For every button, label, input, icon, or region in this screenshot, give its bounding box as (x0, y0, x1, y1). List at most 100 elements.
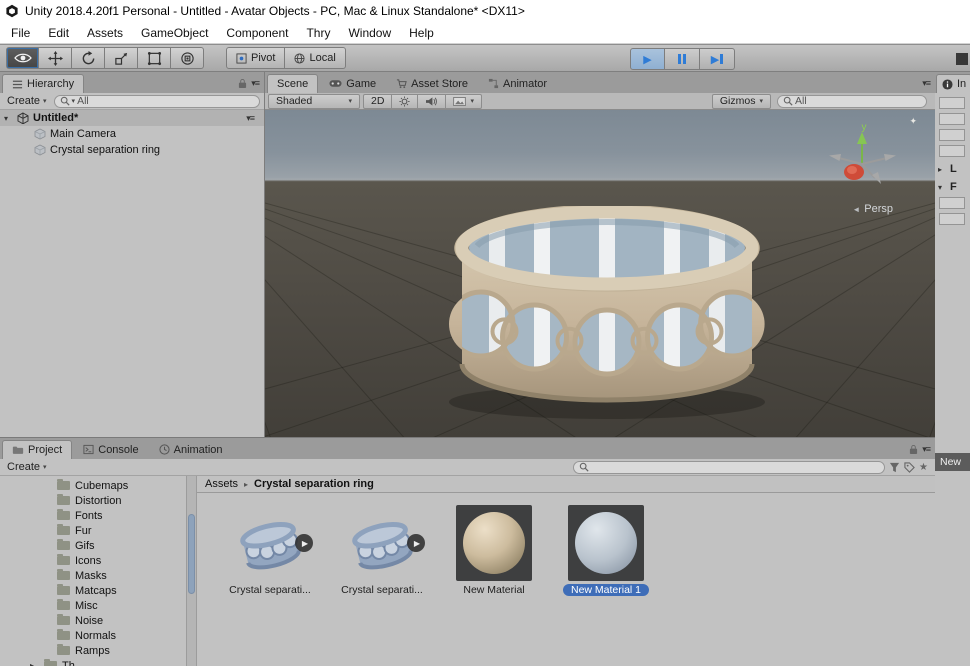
folder-item[interactable]: Cubemaps (0, 478, 186, 493)
scrollbar-thumb[interactable] (188, 514, 195, 594)
hierarchy-item-crystal-ring[interactable]: Crystal separation ring (0, 142, 264, 158)
prefab-expand-badge[interactable]: ▶ (407, 534, 425, 552)
local-toggle-button[interactable]: Local (285, 47, 345, 69)
tab-asset-store[interactable]: Asset Store (387, 74, 477, 93)
breadcrumb-current[interactable]: Crystal separation ring (254, 478, 374, 490)
pause-button[interactable] (665, 48, 700, 70)
scale-tool-button[interactable] (105, 47, 138, 69)
prefab-ring-thumbnail[interactable]: ▶ (344, 505, 420, 581)
search-by-label-icon[interactable] (904, 462, 915, 473)
tab-scene[interactable]: Scene (267, 74, 318, 93)
scene-search-input[interactable] (795, 95, 921, 107)
scene-viewport[interactable]: y ✦ (265, 110, 935, 437)
inspector-foldout[interactable]: ▸ L (935, 157, 970, 175)
lighting-toggle-button[interactable] (392, 94, 418, 109)
transform-tool-button[interactable] (171, 47, 204, 69)
folder-item[interactable]: Icons (0, 553, 186, 568)
scene-root-row[interactable]: ▾ Untitled* ▾≡ (0, 110, 264, 126)
pane-menu-icon[interactable]: ▾≡ (922, 444, 930, 455)
search-filter-arrow-icon[interactable]: ▾ (72, 97, 76, 105)
inspector-field-fragment[interactable] (939, 97, 965, 109)
gizmos-dropdown[interactable]: Gizmos ▾ (712, 94, 771, 109)
inspector-field-fragment[interactable] (939, 213, 965, 225)
play-icon: ▶ (302, 539, 308, 548)
inspector-field-fragment[interactable] (939, 129, 965, 141)
scene-search-field[interactable] (777, 95, 927, 108)
asset-item-prefab-2[interactable]: ▶ Crystal separati... (335, 505, 429, 596)
folder-item[interactable]: Noise (0, 613, 186, 628)
asset-item-material[interactable]: New Material (447, 505, 541, 596)
inspector-field-fragment[interactable] (939, 145, 965, 157)
perspective-indicator[interactable]: ◄ Persp (852, 203, 893, 215)
project-search-field[interactable] (573, 461, 885, 474)
scene-orientation-gizmo[interactable]: y (817, 120, 907, 196)
tab-game[interactable]: Game (320, 74, 385, 93)
tab-project[interactable]: Project (2, 440, 72, 459)
material-thumbnail[interactable] (568, 505, 644, 581)
foldout-closed-icon[interactable]: ▸ (30, 661, 39, 666)
folder-item-partial[interactable]: ▸Th (0, 658, 186, 666)
asset-item-material-selected[interactable]: New Material 1 (559, 505, 653, 596)
hierarchy-search-input[interactable] (77, 95, 254, 107)
lock-icon[interactable] (238, 78, 247, 89)
folder-item[interactable]: Fur (0, 523, 186, 538)
folder-item[interactable]: Normals (0, 628, 186, 643)
audio-toggle-button[interactable] (418, 94, 446, 109)
prefab-expand-badge[interactable]: ▶ (295, 534, 313, 552)
tab-hierarchy[interactable]: Hierarchy (2, 74, 84, 93)
rotate-tool-button[interactable] (72, 47, 105, 69)
project-search-input[interactable] (591, 461, 879, 473)
menu-file[interactable]: File (2, 23, 39, 43)
eye-icon (14, 52, 32, 64)
menu-gameobject[interactable]: GameObject (132, 23, 217, 43)
step-button[interactable]: ▶ (700, 48, 735, 70)
lock-icon[interactable] (909, 444, 918, 455)
folder-item[interactable]: Distortion (0, 493, 186, 508)
folder-item[interactable]: Misc (0, 598, 186, 613)
pane-menu-icon[interactable]: ▾≡ (251, 78, 259, 89)
2d-toggle-button[interactable]: 2D (363, 94, 392, 109)
view-tool-button[interactable] (6, 47, 39, 69)
shading-mode-dropdown[interactable]: Shaded ▾ (268, 94, 360, 109)
inspector-foldout[interactable]: ▾ F (935, 175, 970, 193)
tab-inspector[interactable]: In (936, 74, 970, 93)
effects-dropdown-button[interactable]: ▾ (446, 94, 482, 109)
folder-item[interactable]: Masks (0, 568, 186, 583)
hierarchy-create-button[interactable]: Create ▾ (4, 95, 50, 107)
inspector-field-fragment[interactable] (939, 197, 965, 209)
folder-item[interactable]: Gifs (0, 538, 186, 553)
rect-tool-button[interactable] (138, 47, 171, 69)
search-by-type-icon[interactable] (889, 462, 900, 473)
menu-window[interactable]: Window (339, 23, 400, 43)
play-button[interactable]: ▶ (630, 48, 665, 70)
crystal-separation-ring-object[interactable] (437, 206, 777, 434)
hierarchy-item-main-camera[interactable]: Main Camera (0, 126, 264, 142)
breadcrumb-root[interactable]: Assets (205, 478, 238, 490)
menu-assets[interactable]: Assets (78, 23, 132, 43)
prefab-ring-thumbnail[interactable]: ▶ (232, 505, 308, 581)
pivot-toggle-button[interactable]: Pivot (226, 47, 285, 69)
material-thumbnail[interactable] (456, 505, 532, 581)
folder-list-scrollbar[interactable] (186, 476, 197, 666)
favorite-search-icon[interactable]: ★ (919, 462, 931, 473)
hierarchy-search-field[interactable]: ▾ (54, 95, 260, 108)
project-create-button[interactable]: Create ▾ (4, 461, 50, 473)
folder-item[interactable]: Fonts (0, 508, 186, 523)
foldout-open-icon[interactable]: ▾ (4, 114, 13, 123)
pane-menu-icon[interactable]: ▾≡ (922, 78, 930, 89)
scene-options-icon[interactable]: ▾≡ (246, 113, 260, 124)
menu-edit[interactable]: Edit (39, 23, 78, 43)
tab-animator[interactable]: Animator (479, 74, 556, 93)
scene-panel: Scene Game Asset Store (265, 72, 935, 437)
tab-animation[interactable]: Animation (150, 440, 232, 459)
move-tool-button[interactable] (39, 47, 72, 69)
folder-item[interactable]: Ramps (0, 643, 186, 658)
cart-icon (396, 78, 407, 89)
menu-thry[interactable]: Thry (297, 23, 339, 43)
menu-component[interactable]: Component (217, 23, 297, 43)
asset-item-prefab-1[interactable]: ▶ Crystal separati... (223, 505, 317, 596)
tab-console[interactable]: Console (74, 440, 147, 459)
menu-help[interactable]: Help (400, 23, 443, 43)
folder-item[interactable]: Matcaps (0, 583, 186, 598)
inspector-field-fragment[interactable] (939, 113, 965, 125)
